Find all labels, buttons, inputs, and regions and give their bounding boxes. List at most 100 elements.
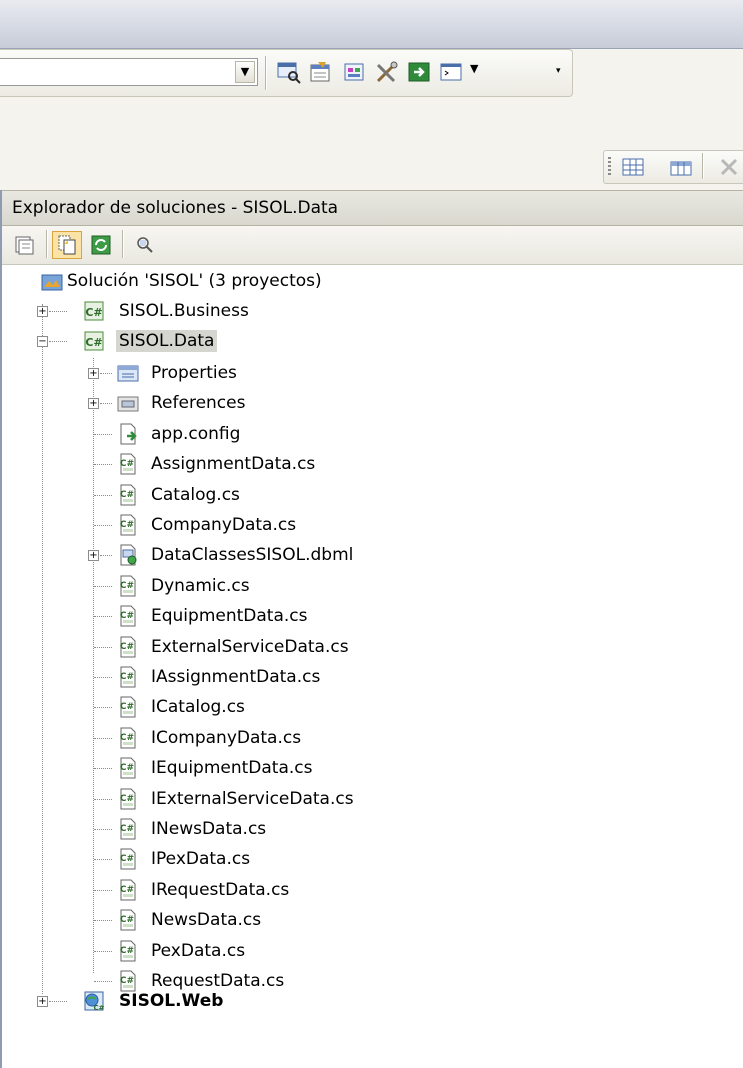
svg-text:C#: C#	[120, 672, 134, 682]
tree-node-file[interactable]: C# EquipmentData.cs	[2, 601, 743, 631]
toolbar-separator	[122, 230, 124, 258]
web-project-icon: C#	[84, 991, 105, 1012]
tree-node-project[interactable]: + C# SISOL.Business	[2, 296, 743, 326]
tree-node-file[interactable]: C# INewsData.cs	[2, 814, 743, 844]
grid-view-button[interactable]	[618, 151, 648, 183]
secondary-toolbar	[603, 150, 743, 184]
view-class-diagram-icon	[137, 237, 153, 253]
file-label: ExternalServiceData.cs	[151, 637, 349, 657]
tree-connector-line	[100, 373, 112, 374]
svg-text:C#: C#	[120, 642, 134, 652]
toolbar-grip-icon[interactable]	[608, 157, 611, 177]
tree-node-file[interactable]: C# ExternalServiceData.cs	[2, 632, 743, 662]
toolbar-overflow-icon[interactable]: ▾	[556, 66, 561, 76]
tree-node-file[interactable]: C# CompanyData.cs	[2, 510, 743, 540]
tree-node-file[interactable]: + DataClassesSISOL.dbml	[2, 540, 743, 570]
expand-plus-icon[interactable]: +	[88, 398, 99, 409]
combo-dropdown-arrow-icon[interactable]: ▼	[235, 61, 255, 83]
tree-node-file[interactable]: C# ICompanyData.cs	[2, 723, 743, 753]
tree-connector-line	[94, 738, 112, 739]
tree-node-file[interactable]: C# IExternalServiceData.cs	[2, 784, 743, 814]
svg-text:C#: C#	[120, 520, 134, 530]
tree-connector-line	[94, 768, 112, 769]
expand-plus-icon[interactable]: +	[37, 996, 48, 1007]
properties-button[interactable]	[10, 231, 40, 259]
csharp-file-icon: C#	[120, 909, 136, 931]
show-all-files-button[interactable]	[52, 231, 82, 259]
svg-text:C#: C#	[120, 946, 134, 956]
file-label: IRequestData.cs	[151, 880, 290, 900]
config-file-icon	[120, 423, 137, 445]
tree-node-solution[interactable]: Solución 'SISOL' (3 proyectos)	[2, 266, 743, 296]
tree-node-file[interactable]: C# AssignmentData.cs	[2, 449, 743, 479]
toolbar-separator	[265, 56, 267, 90]
tree-node-file[interactable]: C# Catalog.cs	[2, 480, 743, 510]
svg-text:C#: C#	[120, 490, 134, 500]
solution-tree: Solución 'SISOL' (3 proyectos) + C# SISO…	[2, 266, 743, 1066]
tree-node-file[interactable]: C# IEquipmentData.cs	[2, 753, 743, 783]
tree-node-project[interactable]: + C# SISOL.Web	[2, 986, 743, 1016]
delete-button[interactable]	[714, 151, 743, 183]
tree-node-file[interactable]: C# Dynamic.cs	[2, 571, 743, 601]
svg-text:C#: C#	[120, 885, 134, 895]
tools-icon	[376, 61, 398, 83]
svg-text:C#: C#	[120, 459, 134, 469]
collapse-minus-icon[interactable]: −	[37, 336, 48, 347]
properties-window-button[interactable]	[306, 56, 336, 88]
tree-node-file[interactable]: + References	[2, 388, 743, 418]
csharp-file-icon: C#	[120, 484, 136, 506]
tree-connector-line	[100, 555, 112, 556]
tree-connector-line	[94, 647, 112, 648]
tree-node-project[interactable]: − C# SISOL.Data	[2, 326, 743, 356]
toolbox-button[interactable]	[372, 56, 402, 88]
start-page-button[interactable]	[404, 56, 434, 88]
tree-connector-line	[94, 920, 112, 921]
tree-node-file[interactable]: C# PexData.cs	[2, 936, 743, 966]
expand-plus-icon[interactable]: +	[88, 550, 99, 561]
expand-plus-icon[interactable]: +	[37, 306, 48, 317]
file-label: app.config	[151, 424, 241, 444]
find-in-files-button[interactable]	[274, 56, 304, 88]
refresh-button[interactable]	[86, 231, 116, 259]
csharp-project-icon: C#	[84, 331, 104, 351]
file-label: IAssignmentData.cs	[151, 667, 321, 687]
tree-connector-line	[94, 859, 112, 860]
table-view-button[interactable]	[666, 151, 696, 183]
project-label: SISOL.Web	[119, 991, 224, 1011]
csharp-file-icon: C#	[120, 818, 136, 840]
tree-connector-line	[94, 829, 112, 830]
tree-connector-line	[49, 341, 67, 342]
file-label: IEquipmentData.cs	[151, 758, 313, 778]
more-buttons-dropdown-icon[interactable]: ▼	[470, 62, 478, 75]
csharp-file-icon: C#	[120, 788, 136, 810]
tree-node-file[interactable]: C# IRequestData.cs	[2, 875, 743, 905]
csharp-file-icon: C#	[120, 757, 136, 779]
svg-text:C#: C#	[120, 611, 134, 621]
tree-connector-line	[94, 525, 112, 526]
tree-connector-line	[94, 799, 112, 800]
tree-node-file[interactable]: app.config	[2, 419, 743, 449]
object-browser-button[interactable]	[340, 56, 370, 88]
tree-node-file[interactable]: C# IAssignmentData.cs	[2, 662, 743, 692]
tree-node-file[interactable]: C# ICatalog.cs	[2, 692, 743, 722]
file-label: EquipmentData.cs	[151, 606, 308, 626]
csharp-file-icon: C#	[120, 605, 136, 627]
tree-connector-line	[94, 586, 112, 587]
tree-node-file[interactable]: + Properties	[2, 358, 743, 388]
class-diagram-button[interactable]	[130, 231, 160, 259]
solution-configuration-combo[interactable]: ▼	[0, 58, 258, 86]
solution-icon	[41, 274, 63, 291]
tree-connector-line	[94, 464, 112, 465]
file-label: PexData.cs	[151, 941, 246, 961]
tree-connector-line	[94, 677, 112, 678]
command-window-button[interactable]	[436, 56, 466, 88]
svg-text:C#: C#	[120, 702, 134, 712]
tree-connector-line	[94, 495, 112, 496]
svg-text:C#: C#	[120, 581, 134, 591]
tree-node-file[interactable]: C# IPexData.cs	[2, 844, 743, 874]
object-browser-icon	[344, 63, 364, 81]
window-title-bar	[0, 0, 743, 49]
grid-icon	[622, 158, 644, 176]
expand-plus-icon[interactable]: +	[88, 368, 99, 379]
tree-node-file[interactable]: C# NewsData.cs	[2, 905, 743, 935]
